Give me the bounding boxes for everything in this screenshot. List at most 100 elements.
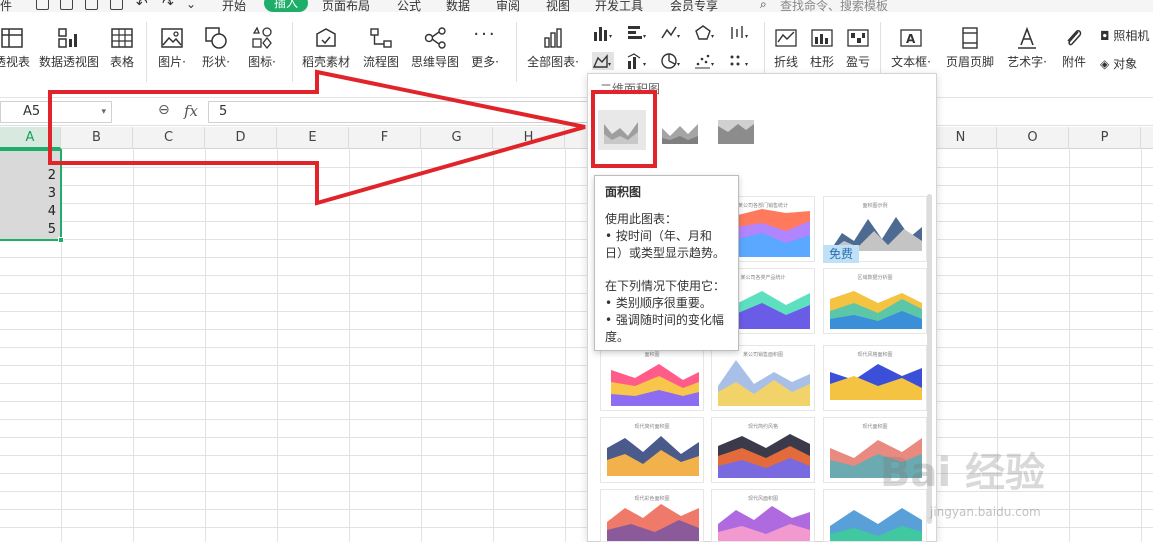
table-button[interactable]: 表格: [106, 26, 138, 70]
area-chart-icon[interactable]: ▾: [592, 52, 614, 70]
fx-icon[interactable]: fx: [184, 102, 198, 120]
column-header-p[interactable]: P: [1069, 127, 1141, 149]
stacked-area-chart-option[interactable]: [656, 110, 704, 150]
wordart-button[interactable]: 艺术字·: [1002, 26, 1052, 70]
preview-icon[interactable]: [110, 0, 123, 10]
pie-chart-icon[interactable]: ▾: [660, 52, 682, 70]
sparkline-line-icon: [775, 29, 797, 47]
formula-input[interactable]: 5: [208, 101, 588, 123]
watermark-logo: Bai 经验: [880, 450, 1046, 496]
column-chart-icon[interactable]: ▾: [592, 24, 614, 42]
textbox-button[interactable]: A 文本框·: [886, 26, 936, 70]
search-icon[interactable]: ⌕: [760, 0, 767, 12]
svg-text:▾: ▾: [711, 61, 714, 68]
chevron-down-icon[interactable]: ▾: [101, 102, 106, 122]
column-header-h[interactable]: H: [493, 127, 565, 149]
export-icon[interactable]: [60, 0, 73, 10]
template-card[interactable]: 面积图: [600, 345, 704, 411]
template-card[interactable]: 现代简约风格: [711, 417, 815, 483]
tooltip-text: 使用此图表：: [605, 212, 678, 226]
picture-button[interactable]: 图片·: [152, 26, 192, 70]
column-header-g[interactable]: G: [421, 127, 493, 149]
combo-chart-icon[interactable]: ▾: [626, 52, 648, 70]
fill-handle[interactable]: [58, 237, 64, 243]
stock-chart-icon[interactable]: ▾: [728, 24, 750, 42]
camera-button[interactable]: ◘ 照相机: [1100, 27, 1149, 44]
attachment-button[interactable]: 附件: [1058, 26, 1090, 70]
column-header-e[interactable]: E: [277, 127, 349, 149]
object-button[interactable]: ◈ 对象: [1100, 55, 1137, 72]
menu-insert[interactable]: 插入: [264, 0, 308, 12]
menu-developer[interactable]: 开发工具: [595, 0, 643, 12]
sparkline-column-button[interactable]: 柱形: [806, 26, 838, 70]
menu-page-layout[interactable]: 页面布局: [322, 0, 370, 12]
column-header-d[interactable]: D: [205, 127, 277, 149]
table-icon: [111, 28, 133, 48]
header-footer-icon: [962, 27, 978, 49]
docer-material-button[interactable]: 稻壳素材: [300, 26, 352, 70]
name-box[interactable]: A5 ▾: [0, 101, 112, 123]
svg-text:▾: ▾: [643, 61, 646, 68]
undo-icon[interactable]: ↶: [136, 0, 148, 12]
menu-view[interactable]: 视图: [546, 0, 570, 12]
dropdown-icon[interactable]: ⌄: [186, 0, 196, 11]
shapes-icon: [205, 27, 227, 49]
template-card[interactable]: 现代简约面积图: [600, 417, 704, 483]
selection-range: [0, 149, 64, 243]
line-chart-icon[interactable]: ▾: [660, 24, 682, 42]
save-icon[interactable]: [36, 0, 49, 10]
tooltip-text: • 类别顺序很重要。: [605, 296, 712, 310]
zoom-icon[interactable]: ⊖: [158, 102, 170, 118]
more-icon: ···: [473, 24, 497, 45]
chart-tooltip: 面积图 使用此图表： • 按时间（年、月和日）或类型显示趋势。 在下列情况下使用…: [594, 175, 739, 351]
wordart-icon: [1018, 26, 1036, 49]
sparkline-column-icon: [811, 29, 833, 47]
percent-area-chart-option[interactable]: [712, 110, 760, 150]
radar-chart-icon[interactable]: ▾: [694, 24, 716, 42]
template-card[interactable]: 区域数据分析图: [823, 268, 927, 334]
sparkline-winloss-button[interactable]: 盈亏: [842, 26, 874, 70]
sparkline-line-button[interactable]: 折线: [770, 26, 802, 70]
more-button[interactable]: ··· 更多·: [468, 26, 502, 70]
column-headers: A B C D E F G H N O P: [0, 127, 1153, 149]
column-header-f[interactable]: F: [349, 127, 421, 149]
pivot-table-icon: [1, 28, 23, 48]
template-card[interactable]: 现代风面积图: [711, 489, 815, 542]
more-charts-icon[interactable]: ▾: [728, 52, 750, 70]
flowchart-button[interactable]: 流程图: [360, 26, 402, 70]
template-card[interactable]: 现代风格面积图: [823, 345, 927, 411]
all-charts-button[interactable]: 全部图表·: [522, 26, 584, 70]
column-header-a[interactable]: A: [0, 127, 61, 149]
header-footer-button[interactable]: 页眉页脚: [942, 26, 998, 70]
tooltip-text: • 按时间（年、月和日）或类型显示趋势。: [605, 229, 726, 260]
print-icon[interactable]: [85, 0, 98, 10]
mindmap-icon: [424, 27, 446, 49]
menu-member[interactable]: 会员专享: [670, 0, 718, 12]
column-header-c[interactable]: C: [133, 127, 205, 149]
pivot-chart-button[interactable]: 数据透视图: [38, 26, 100, 70]
column-header-o[interactable]: O: [997, 127, 1069, 149]
menu-bar: 件 ↶ ↷ ⌄ 开始 插入 页面布局 公式 数据 审阅 视图 开发工具 会员专享…: [0, 0, 1153, 12]
tooltip-title: 面积图: [605, 185, 642, 199]
menu-file[interactable]: 件: [0, 0, 12, 12]
pivot-table-button[interactable]: 透视表: [0, 26, 30, 70]
template-card[interactable]: 现代彩色面积图: [600, 489, 704, 542]
bar-chart-icon[interactable]: ▾: [626, 24, 648, 42]
svg-text:▾: ▾: [677, 33, 680, 40]
menu-data[interactable]: 数据: [446, 0, 470, 12]
template-card[interactable]: 某公司销售面积图: [711, 345, 815, 411]
command-search[interactable]: 查找命令、搜索模板: [780, 0, 888, 12]
svg-text:▾: ▾: [745, 33, 748, 40]
menu-home[interactable]: 开始: [222, 0, 246, 12]
shapes-button[interactable]: 形状·: [196, 26, 236, 70]
mindmap-button[interactable]: 思维导图: [410, 26, 460, 70]
watermark-url: jingyan.baidu.com: [930, 505, 1041, 519]
scatter-chart-icon[interactable]: ▾: [694, 52, 716, 70]
menu-review[interactable]: 审阅: [496, 0, 520, 12]
textbox-icon: A: [900, 29, 922, 47]
svg-text:▾: ▾: [677, 61, 680, 68]
menu-formulas[interactable]: 公式: [397, 0, 421, 12]
icons-button[interactable]: 图标·: [242, 26, 282, 70]
redo-icon[interactable]: ↷: [162, 0, 174, 12]
column-header-b[interactable]: B: [61, 127, 133, 149]
